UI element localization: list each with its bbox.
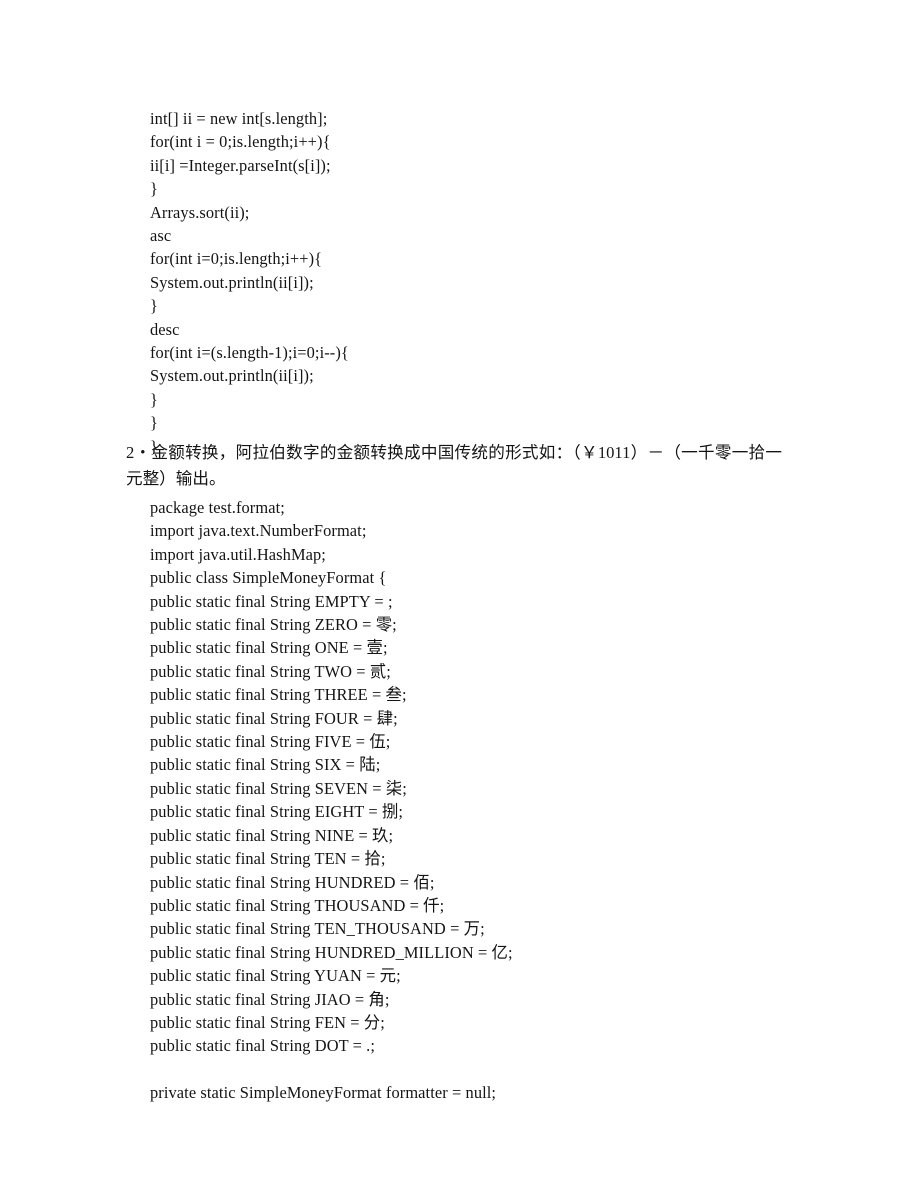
- code-line: asc: [150, 226, 172, 246]
- code-line: }: [150, 413, 158, 433]
- code-line: public static final String NINE = 玖;: [150, 825, 394, 845]
- code-line: public static final String FEN = 分;: [150, 1012, 385, 1032]
- code-line: }: [150, 179, 158, 199]
- code-line: public static final String TWO = 贰;: [150, 661, 391, 681]
- code-line: public static final String TEN = 拾;: [150, 849, 386, 869]
- code-line: public static final String THOUSAND = 仟;: [150, 895, 445, 915]
- code-line: public static final String FOUR = 肆;: [150, 708, 398, 728]
- code-line: for(int i = 0;is.length;i++){: [150, 132, 331, 152]
- code-line: desc: [150, 319, 180, 339]
- code-line: private static SimpleMoneyFormat formatt…: [150, 1083, 497, 1103]
- code-line: public static final String JIAO = 角;: [150, 989, 390, 1009]
- code-line: for(int i=(s.length-1);i=0;i--){: [150, 343, 349, 363]
- code-line: Arrays.sort(ii);: [150, 202, 250, 222]
- problem-statement-2: 2・金额转换，阿拉伯数字的金额转换成中国传统的形式如：（￥1011）－（一千零一…: [126, 440, 782, 491]
- problem-statement-text: 2・金额转换，阿拉伯数字的金额转换成中国传统的形式如：（￥1011）－（一千零一…: [126, 443, 782, 488]
- code-line: public static final String SEVEN = 柒;: [150, 778, 407, 798]
- code-line: System.out.println(ii[i]);: [150, 366, 314, 386]
- code-line: import java.util.HashMap;: [150, 544, 326, 564]
- code-block-simple-money-format: package test.format; import java.text.Num…: [150, 496, 810, 1105]
- document-page: int[] ii = new int[s.length]; for(int i =…: [0, 0, 920, 1191]
- code-line: public static final String THREE = 叁;: [150, 685, 407, 705]
- code-line: public static final String FIVE = 伍;: [150, 732, 391, 752]
- code-line: ii[i] =Integer.parseInt(s[i]);: [150, 155, 331, 175]
- code-line: for(int i=0;is.length;i++){: [150, 249, 323, 269]
- code-line: package test.format;: [150, 498, 285, 517]
- code-line: import java.text.NumberFormat;: [150, 521, 367, 541]
- code-line: public static final String EMPTY = ;: [150, 591, 393, 611]
- code-line: public static final String YUAN = 元;: [150, 966, 401, 986]
- code-line: public static final String HUNDRED = 佰;: [150, 872, 435, 892]
- code-line: public static final String SIX = 陆;: [150, 755, 381, 775]
- code-line: public static final String ZERO = 零;: [150, 615, 397, 635]
- code-line: public static final String ONE = 壹;: [150, 638, 388, 658]
- code-line: public static final String DOT = .;: [150, 1036, 376, 1056]
- code-line: int[] ii = new int[s.length];: [150, 109, 328, 128]
- code-line: public class SimpleMoneyFormat {: [150, 568, 387, 588]
- code-line: System.out.println(ii[i]);: [150, 272, 314, 292]
- code-line: }: [150, 296, 158, 316]
- code-line: public static final String TEN_THOUSAND …: [150, 919, 485, 939]
- code-line: }: [150, 389, 158, 409]
- code-line: public static final String EIGHT = 捌;: [150, 802, 404, 822]
- code-block-array-sort: int[] ii = new int[s.length]; for(int i =…: [150, 107, 790, 458]
- code-line: public static final String HUNDRED_MILLI…: [150, 942, 513, 962]
